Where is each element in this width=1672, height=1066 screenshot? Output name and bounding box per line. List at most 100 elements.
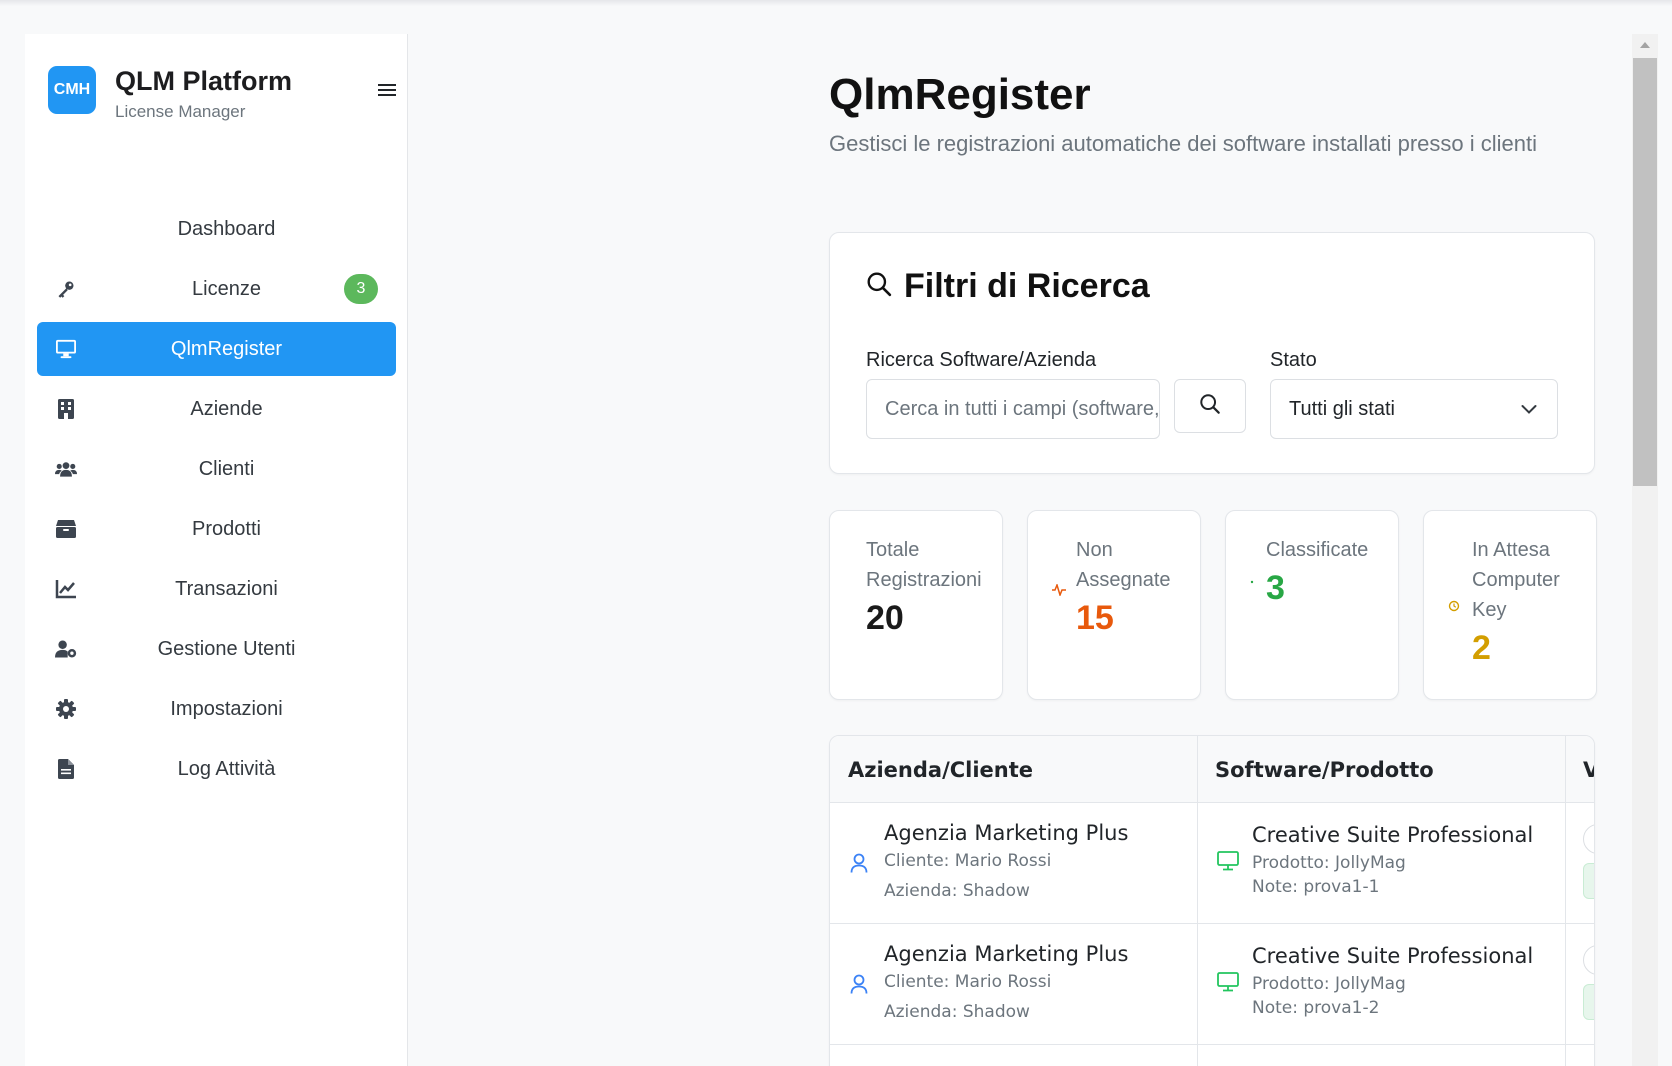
sidebar-item-clienti[interactable]: Clienti xyxy=(37,442,396,496)
search-input[interactable]: Cerca in tutti i campi (software, aziend… xyxy=(866,379,1160,439)
sidebar: CMH QLM Platform License Manager Dashboa… xyxy=(25,34,408,1066)
company-name: Agenzia Marketing Plus xyxy=(884,942,1129,966)
sidebar-item-label: Transazioni xyxy=(175,577,278,600)
sidebar-item-label: Impostazioni xyxy=(170,697,283,720)
column-divider xyxy=(1565,736,1566,1066)
sidebar-item-prodotti[interactable]: Prodotti xyxy=(37,502,396,556)
monitor-icon xyxy=(1217,972,1239,997)
users-icon xyxy=(55,458,77,480)
scroll-up-arrow-icon[interactable] xyxy=(1632,34,1658,56)
note-text: Note: prova1-2 xyxy=(1252,998,1380,1018)
sidebar-item-label: Dashboard xyxy=(177,217,276,240)
note-text: Note: prova1-1 xyxy=(1252,877,1380,897)
hamburger-menu-icon[interactable] xyxy=(378,81,400,103)
filters-header: Filtri di Ricerca xyxy=(866,267,1150,306)
product-name: Prodotto: JollyMag xyxy=(1252,974,1406,994)
sidebar-item-label: Prodotti xyxy=(192,517,261,540)
stat-label: Totale Registrazioni xyxy=(866,539,982,591)
client-name: Cliente: Mario Rossi xyxy=(884,972,1052,992)
user-icon xyxy=(850,853,868,878)
activity-icon xyxy=(1052,582,1066,601)
filters-title: Filtri di Ricerca xyxy=(904,267,1150,305)
stat-value: 15 xyxy=(1076,599,1114,637)
stat-value: 2 xyxy=(1472,629,1491,667)
chevron-down-icon xyxy=(1521,398,1537,421)
sidebar-item-transazioni[interactable]: Transazioni xyxy=(37,562,396,616)
scrollbar-thumb[interactable] xyxy=(1633,58,1657,486)
sidebar-item-licenze[interactable]: Licenze 3 xyxy=(37,262,396,316)
status-label: Stato xyxy=(1270,349,1317,371)
user-icon xyxy=(850,974,868,999)
status-select[interactable]: Tutti gli stati xyxy=(1270,379,1558,439)
user-gear-icon xyxy=(55,638,77,660)
key-icon xyxy=(55,278,77,300)
licenze-count-badge: 3 xyxy=(344,274,378,304)
stat-label: Classificate xyxy=(1266,539,1369,561)
table-row[interactable]: Agenzia Marketing Plus Cliente: Mario Ro… xyxy=(830,924,1594,1045)
sidebar-item-label: Log Attività xyxy=(177,757,276,780)
search-label: Ricerca Software/Azienda xyxy=(866,349,1097,371)
company-name: Agenzia Marketing Plus xyxy=(884,821,1129,845)
sidebar-item-gestione-utenti[interactable]: Gestione Utenti xyxy=(37,622,396,676)
sidebar-item-log-attivita[interactable]: Log Attività xyxy=(37,742,396,796)
software-name: Creative Suite Professional xyxy=(1252,823,1534,847)
table-header: Azienda/Cliente Software/Prodotto V xyxy=(830,736,1594,803)
sidebar-item-label: Aziende xyxy=(190,397,263,420)
stat-card-classificate: Classificate 3 xyxy=(1225,510,1399,700)
row-action-button[interactable] xyxy=(1583,824,1594,854)
column-header-azienda[interactable]: Azienda/Cliente xyxy=(848,758,1033,782)
sidebar-item-label: Clienti xyxy=(198,457,255,480)
azienda-name: Azienda: Shadow xyxy=(884,1002,1030,1022)
column-header-software[interactable]: Software/Prodotto xyxy=(1215,758,1434,782)
file-icon xyxy=(55,758,77,780)
search-button[interactable] xyxy=(1174,379,1246,433)
search-icon xyxy=(866,271,892,302)
sidebar-nav: Dashboard Licenze 3 QlmRegister Aziende xyxy=(37,202,396,802)
brand-title: QLM Platform xyxy=(115,66,293,96)
check-icon xyxy=(1250,571,1254,589)
stat-value: 3 xyxy=(1266,569,1285,607)
filters-card: Filtri di Ricerca Ricerca Software/Azien… xyxy=(829,232,1595,474)
column-header-v[interactable]: V xyxy=(1583,758,1594,782)
sidebar-item-dashboard[interactable]: Dashboard xyxy=(37,202,396,256)
search-placeholder: Cerca in tutti i campi (software, aziend… xyxy=(885,397,1160,420)
search-icon xyxy=(1199,393,1221,420)
client-name: Cliente: Mario Rossi xyxy=(884,851,1052,871)
stat-card-totale: Totale Registrazioni 20 xyxy=(829,510,1003,700)
page-scrollbar[interactable] xyxy=(1632,34,1658,1066)
sidebar-item-label: QlmRegister xyxy=(170,337,283,360)
status-select-value: Tutti gli stati xyxy=(1289,397,1395,420)
sidebar-item-impostazioni[interactable]: Impostazioni xyxy=(37,682,396,736)
stat-label: Non Assegnate xyxy=(1076,539,1171,591)
brand: CMH QLM Platform License Manager xyxy=(48,66,396,126)
brand-logo: CMH xyxy=(48,66,96,114)
column-divider xyxy=(1197,736,1198,1066)
page-subtitle: Gestisci le registrazioni automatiche de… xyxy=(829,131,1537,156)
software-name: Creative Suite Professional xyxy=(1252,944,1534,968)
registrations-table: Azienda/Cliente Software/Prodotto V Agen… xyxy=(829,735,1595,1066)
gear-icon xyxy=(55,698,77,720)
monitor-icon xyxy=(1217,851,1239,876)
brand-subtitle: License Manager xyxy=(115,102,246,121)
sidebar-item-label: Licenze xyxy=(192,277,261,300)
product-name: Prodotto: JollyMag xyxy=(1252,853,1406,873)
page-title: QlmRegister xyxy=(829,70,1091,119)
building-icon xyxy=(55,398,77,420)
box-icon xyxy=(55,518,77,540)
sidebar-item-aziende[interactable]: Aziende xyxy=(37,382,396,436)
status-badge xyxy=(1583,863,1594,899)
monitor-icon xyxy=(55,338,77,360)
chart-line-icon xyxy=(55,578,77,600)
stat-card-non-assegnate: Non Assegnate 15 xyxy=(1027,510,1201,700)
sidebar-item-qlmregister[interactable]: QlmRegister xyxy=(37,322,396,376)
row-action-button[interactable] xyxy=(1583,945,1594,975)
clock-icon xyxy=(1448,599,1460,617)
table-row[interactable]: Agenzia Marketing Plus Cliente: Mario Ro… xyxy=(830,803,1594,924)
status-badge xyxy=(1583,984,1594,1020)
azienda-name: Azienda: Shadow xyxy=(884,881,1030,901)
stat-card-in-attesa: In Attesa Computer Key 2 xyxy=(1423,510,1597,700)
sidebar-item-label: Gestione Utenti xyxy=(157,637,296,660)
stat-value: 20 xyxy=(866,599,904,637)
stat-label: In Attesa Computer Key xyxy=(1472,539,1560,621)
top-shadow xyxy=(0,0,1672,6)
